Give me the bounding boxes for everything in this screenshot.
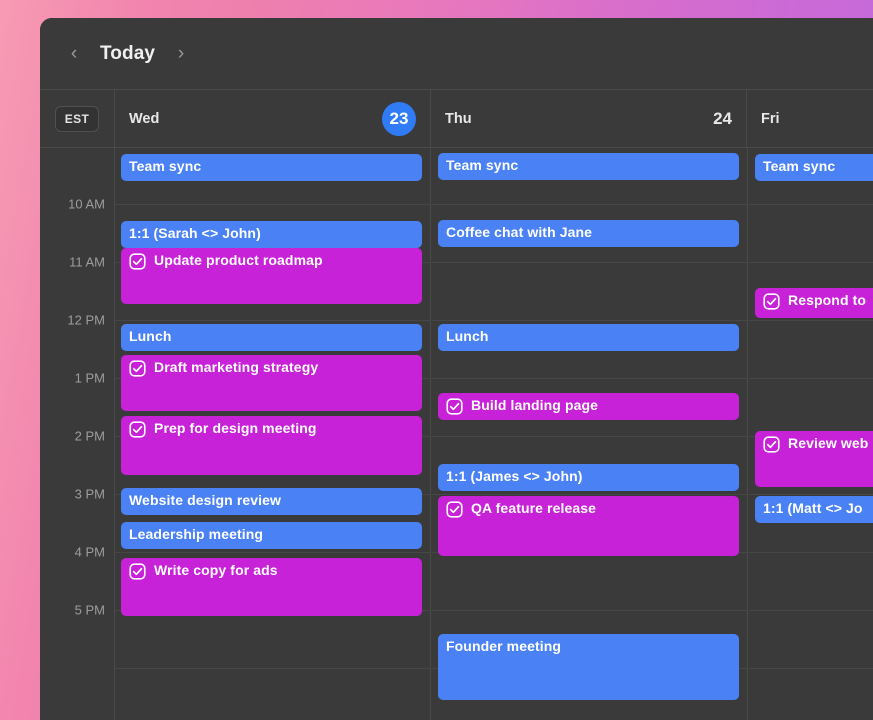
event-title: Respond to [788, 292, 866, 308]
hour-gridline [432, 378, 747, 379]
calendar-event[interactable]: QA feature release [438, 496, 739, 556]
hour-label: 10 AM [68, 196, 105, 212]
day-name-thu: Thu [445, 110, 472, 127]
event-title: QA feature release [471, 500, 597, 516]
event-title: Update product roadmap [154, 252, 323, 268]
event-title: Draft marketing strategy [154, 359, 319, 375]
event-title: Leadership meeting [129, 526, 264, 542]
hour-gridline [115, 668, 430, 669]
timezone-cell: EST [40, 90, 115, 147]
hour-gridline [749, 378, 873, 379]
calendar-event[interactable]: Prep for design meeting [121, 416, 422, 475]
calendar-event[interactable]: Draft marketing strategy [121, 355, 422, 411]
checkbox-checked-icon[interactable] [129, 563, 146, 580]
hour-gridline [432, 436, 747, 437]
day-header-row: EST Wed 23 Thu 24 Fri [40, 90, 873, 148]
event-title: 1:1 (James <> John) [446, 468, 583, 484]
hour-gridline [432, 494, 747, 495]
calendar-event[interactable]: 1:1 (Matt <> Jo [755, 496, 873, 523]
hour-gridline [749, 668, 873, 669]
calendar-event[interactable]: Founder meeting [438, 634, 739, 700]
day-number-wed: 23 [382, 101, 416, 136]
day-column-fri[interactable]: Team sync Respond to Review web 1:1 (Matt <… [749, 148, 873, 720]
hour-label: 12 PM [67, 312, 105, 328]
checkbox-checked-icon[interactable] [129, 421, 146, 438]
hour-gridline [432, 204, 747, 205]
calendar-event[interactable]: Update product roadmap [121, 248, 422, 304]
calendar-event[interactable]: Coffee chat with Jane [438, 220, 739, 247]
day-column-thu[interactable]: Team sync Coffee chat with Jane Lunch Build… [432, 148, 748, 720]
hour-label: 4 PM [74, 544, 105, 560]
calendar-event[interactable]: Review web [755, 431, 873, 487]
calendar-event[interactable]: Lunch [438, 324, 739, 351]
day-header-fri[interactable]: Fri [747, 90, 873, 147]
calendar-event[interactable]: Respond to [755, 288, 873, 318]
calendar-event[interactable]: Lunch [121, 324, 422, 351]
hour-label: 11 AM [69, 254, 105, 270]
hour-gridline [749, 320, 873, 321]
day-number-thu: 24 [713, 108, 732, 128]
event-title: Build landing page [471, 397, 599, 413]
hour-gridline [749, 262, 873, 263]
day-name-fri: Fri [761, 110, 780, 127]
time-gutter: 10 AM 11 AM 12 PM 1 PM 2 PM 3 PM 4 PM 5 PM [40, 148, 115, 720]
hour-label: 1 PM [74, 370, 105, 386]
day-name-wed: Wed [129, 110, 160, 127]
hour-label: 5 PM [74, 602, 105, 618]
day-header-thu[interactable]: Thu 24 [431, 90, 747, 147]
event-title: Team sync [129, 158, 202, 174]
event-title: Lunch [129, 328, 172, 344]
hour-label: 2 PM [74, 428, 105, 444]
calendar-grid: 10 AM 11 AM 12 PM 1 PM 2 PM 3 PM 4 PM 5 PM Team… [40, 148, 873, 720]
calendar-event[interactable]: 1:1 (Sarah <> John) [121, 221, 422, 248]
event-title: Prep for design meeting [154, 420, 317, 436]
checkbox-checked-icon[interactable] [763, 436, 780, 453]
event-title: 1:1 (Sarah <> John) [129, 225, 261, 241]
hour-gridline [115, 552, 430, 553]
event-title: Write copy for ads [154, 562, 278, 578]
checkbox-checked-icon[interactable] [446, 501, 463, 518]
hour-gridline [432, 262, 747, 263]
chevron-right-icon[interactable]: › [167, 40, 195, 68]
calendar-event[interactable]: 1:1 (James <> John) [438, 464, 739, 491]
day-header-wed[interactable]: Wed 23 [115, 90, 431, 147]
event-title: Team sync [446, 157, 519, 173]
event-title: Team sync [763, 158, 836, 174]
today-button[interactable]: Today [88, 43, 167, 65]
calendar-event[interactable]: Team sync [755, 154, 873, 181]
event-title: Coffee chat with Jane [446, 224, 593, 240]
timezone-badge[interactable]: EST [54, 105, 100, 132]
event-title: Lunch [446, 328, 489, 344]
checkbox-checked-icon[interactable] [446, 398, 463, 415]
event-title: Review web [788, 435, 869, 451]
day-column-wed[interactable]: Team sync 1:1 (Sarah <> John) Update produ… [115, 148, 431, 720]
hour-gridline [432, 610, 747, 611]
event-title: Website design review [129, 492, 282, 508]
calendar-event[interactable]: Team sync [438, 153, 739, 180]
hour-gridline [115, 204, 430, 205]
hour-gridline [115, 320, 430, 321]
calendar-window: ‹ Today › EST Wed 23 Thu 24 Fri 10 AM 11 … [40, 18, 873, 720]
checkbox-checked-icon[interactable] [763, 293, 780, 310]
calendar-event[interactable]: Website design review [121, 488, 422, 515]
event-title: 1:1 (Matt <> Jo [763, 500, 863, 516]
hour-gridline [749, 494, 873, 495]
calendar-event[interactable]: Leadership meeting [121, 522, 422, 549]
checkbox-checked-icon[interactable] [129, 360, 146, 377]
calendar-event[interactable]: Build landing page [438, 393, 739, 420]
hour-label: 3 PM [74, 486, 105, 502]
event-title: Founder meeting [446, 638, 562, 654]
calendar-event[interactable]: Team sync [121, 154, 422, 181]
hour-gridline [749, 204, 873, 205]
calendar-event[interactable]: Write copy for ads [121, 558, 422, 616]
chevron-left-icon[interactable]: ‹ [60, 40, 88, 68]
hour-gridline [749, 552, 873, 553]
checkbox-checked-icon[interactable] [129, 253, 146, 270]
day-columns: Team sync 1:1 (Sarah <> John) Update produ… [115, 148, 873, 720]
calendar-toolbar: ‹ Today › [40, 18, 873, 90]
hour-gridline [749, 610, 873, 611]
hour-gridline [432, 320, 747, 321]
